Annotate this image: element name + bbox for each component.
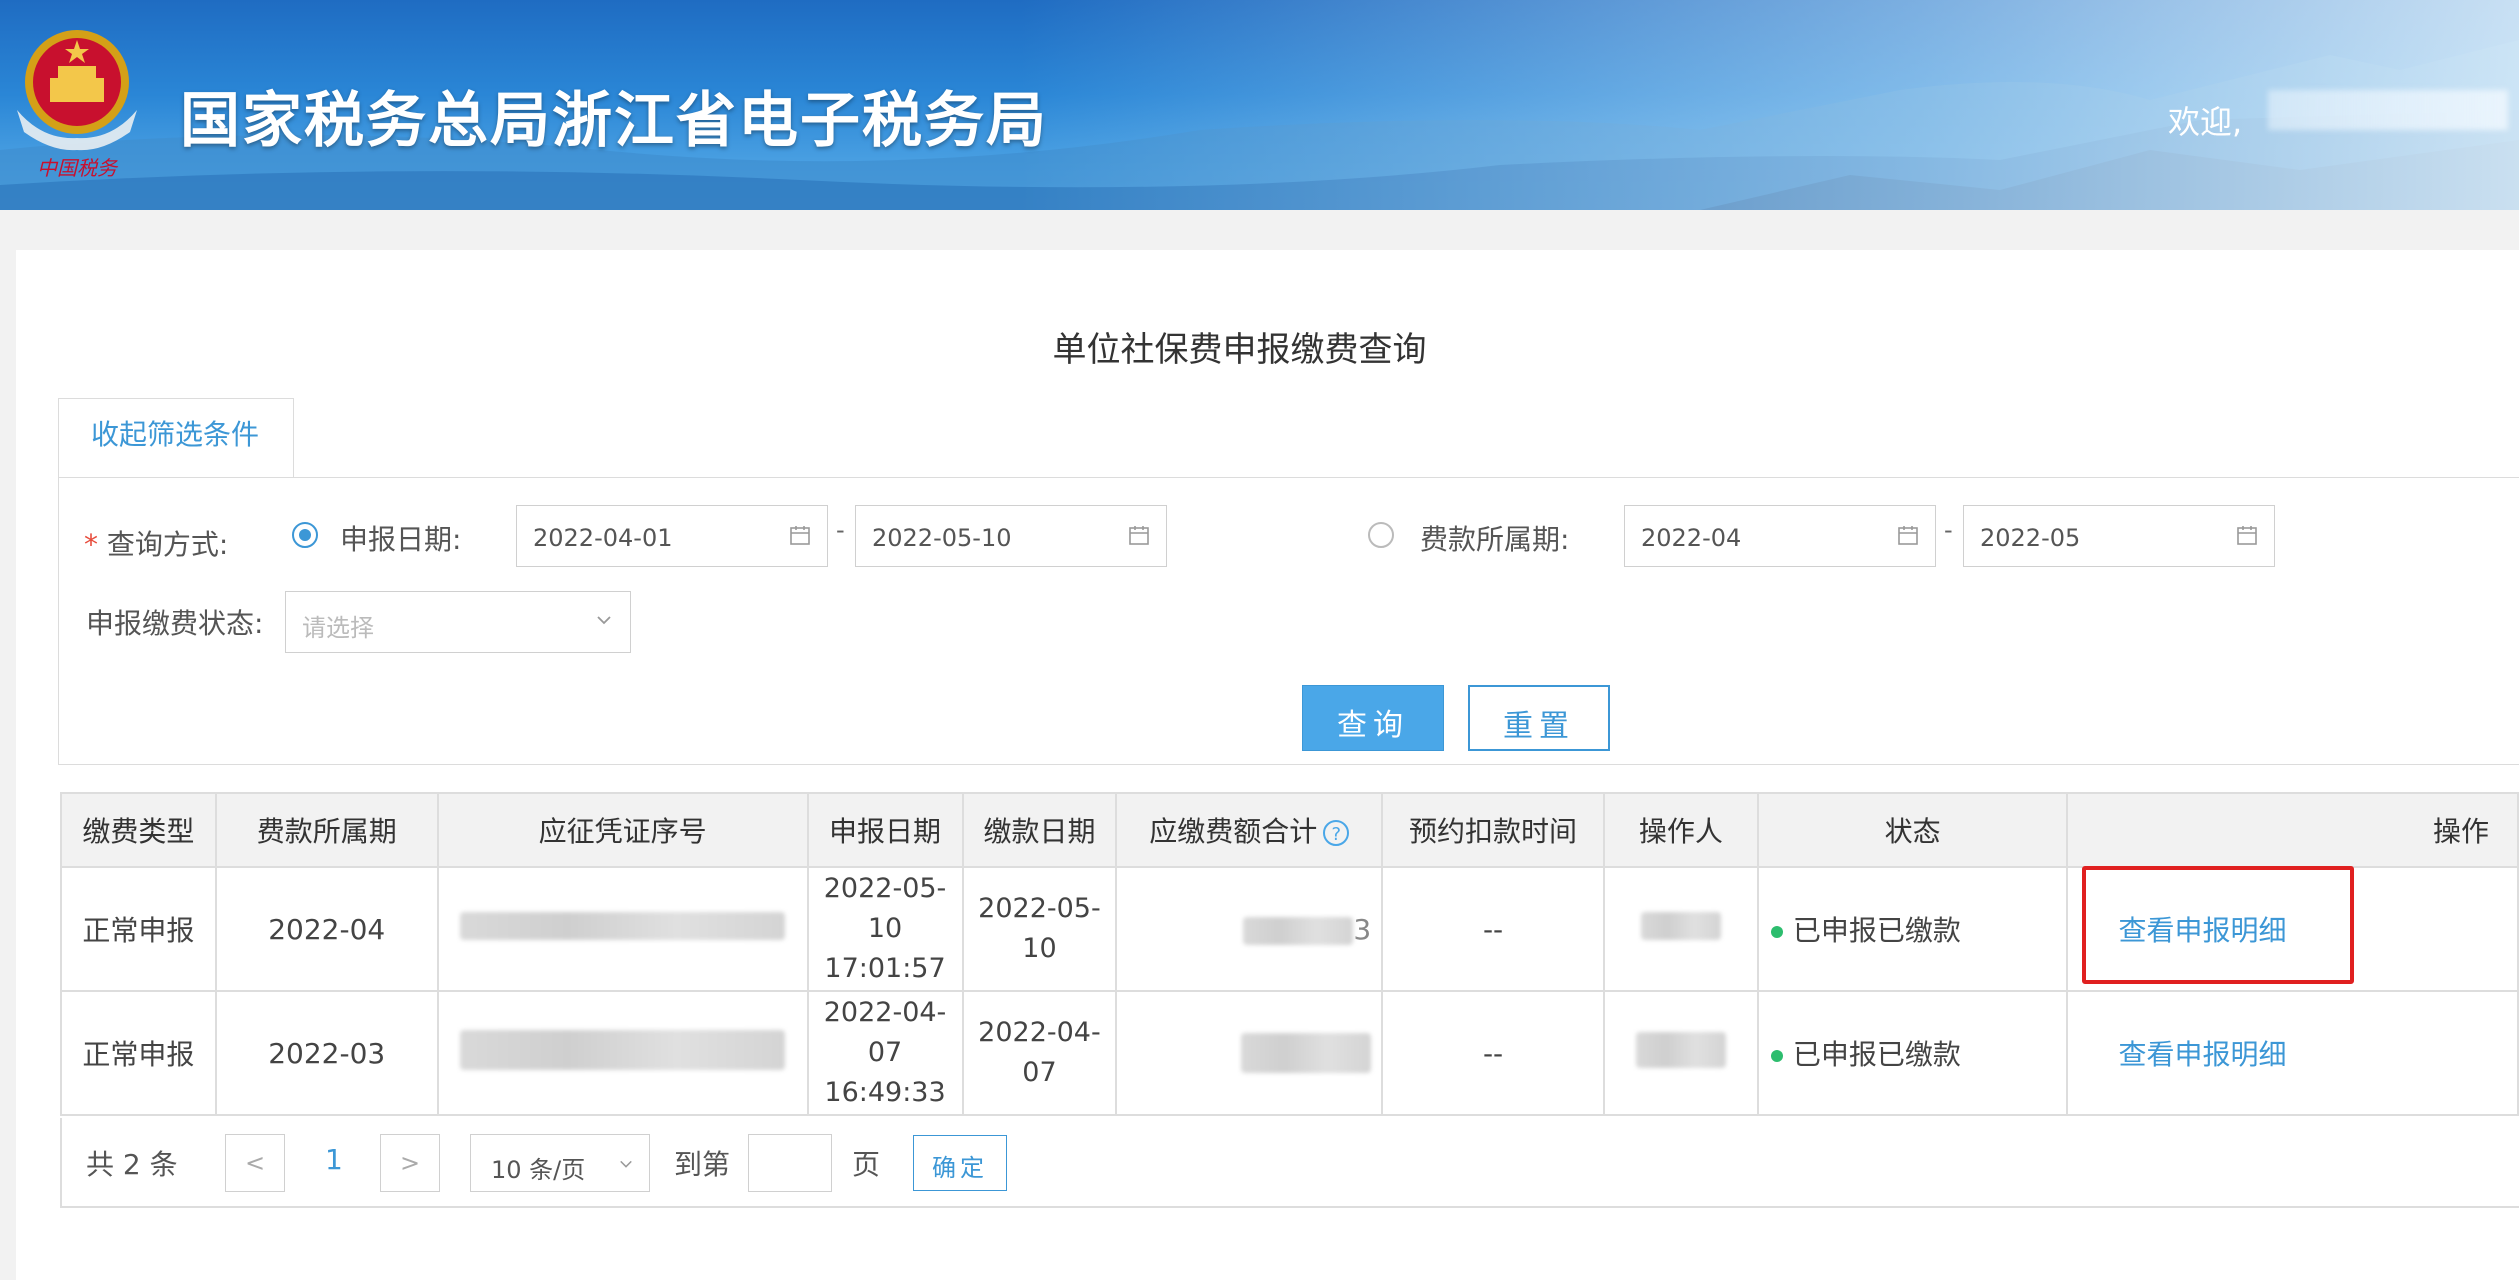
col-deduct-time: 预约扣款时间 [1381,792,1605,868]
redacted-operator [1635,1031,1726,1068]
help-icon[interactable]: ? [1323,820,1350,846]
table-row: 正常申报 2022-04 2022-05- 10 17:01:57 2022-05-… [60,866,2519,992]
cell-status: 已申报已缴款 [1756,866,2069,992]
goto-confirm-button[interactable]: 确定 [913,1135,1007,1191]
cell-pay-date: 2022-05- 10 [961,866,1118,992]
cell-actions: 查看申报明细 [2066,866,2519,992]
cell-operator [1602,990,1759,1116]
view-declaration-detail-link[interactable]: 查看申报明细 [2118,914,2286,947]
redacted-voucher [460,1029,786,1070]
total-count: 共 2 条 [86,1148,178,1181]
cell-declare-date: 2022-04- 07 16:49:33 [806,990,964,1116]
tax-emblem-logo: 中国税务 [17,30,137,180]
cell-deduct-time: -- [1381,990,1605,1116]
page-unit-label: 页 [852,1148,881,1181]
emblem-caption: 中国税务 [37,156,119,180]
cell-amount: 3 [1115,866,1384,992]
chevron-down-icon [597,616,611,625]
cell-actions: 查看申报明细 [2066,990,2519,1116]
date-separator: - [836,516,845,544]
welcome-text: 欢迎, [2168,103,2243,141]
cell-voucher-no [436,866,809,992]
cell-fee-type: 正常申报 [60,990,217,1116]
declare-date-to-input[interactable]: 2022-05-10 [855,505,1167,567]
col-declare-date: 申报日期 [806,792,964,868]
redacted-amount [1243,916,1354,945]
chevron-down-icon [620,1160,632,1168]
col-status: 状态 [1756,792,2069,868]
cell-deduct-time: -- [1381,866,1605,992]
goto-label: 到第 [674,1148,731,1181]
page-title: 单位社保费申报缴费查询 [1052,330,1427,370]
fee-period-to-input[interactable]: 2022-05 [1963,505,2275,567]
col-operator: 操作人 [1602,792,1759,868]
redacted-amount [1241,1033,1372,1073]
cell-fee-period: 2022-04 [214,866,439,992]
page-size-select[interactable]: 10 条/页 [470,1134,650,1192]
col-actions: 操作 [2066,792,2519,868]
current-page[interactable]: 1 [325,1143,343,1176]
fee-period-from-input[interactable]: 2022-04 [1624,505,1936,567]
cell-operator [1602,866,1759,992]
next-page-button[interactable]: > [380,1134,440,1192]
cell-fee-period: 2022-03 [214,990,439,1116]
radio-fee-period[interactable] [1368,522,1394,548]
cell-status: 已申报已缴款 [1756,990,2069,1116]
site-title: 国家税务总局浙江省电子税务局 [180,86,1048,156]
radio-declare-date[interactable] [292,522,318,548]
col-fee-type: 缴费类型 [60,792,217,868]
redacted-voucher [460,911,786,940]
fee-period-option-label[interactable]: 费款所属期: [1420,518,1569,558]
period-separator: - [1944,516,1953,544]
cell-declare-date: 2022-05- 10 17:01:57 [806,866,964,992]
goto-page-input[interactable] [748,1134,832,1192]
col-voucher-no: 应征凭证序号 [436,792,809,868]
reset-button[interactable]: 重置 [1468,685,1610,751]
calendar-icon[interactable] [1897,524,1919,546]
table-header-row: 缴费类型 费款所属期 应征凭证序号 申报日期 缴款日期 应缴费额合计? 预约扣款… [60,792,2519,868]
search-button[interactable]: 查询 [1302,685,1444,751]
status-dot-icon [1770,1050,1783,1062]
view-declaration-detail-link[interactable]: 查看申报明细 [2118,1038,2286,1071]
calendar-icon[interactable] [1128,524,1150,546]
table-row: 正常申报 2022-03 2022-04- 07 16:49:33 2022-04-… [60,990,2519,1116]
col-fee-period: 费款所属期 [214,792,439,868]
redacted-operator [1640,911,1721,940]
query-method-label: * 查询方式: [84,528,229,561]
calendar-icon[interactable] [789,524,811,546]
status-filter-label: 申报缴费状态: [86,607,264,640]
calendar-icon[interactable] [2236,524,2258,546]
prev-page-button[interactable]: < [225,1134,285,1192]
cell-amount [1115,990,1384,1116]
results-table: 缴费类型 费款所属期 应征凭证序号 申报日期 缴款日期 应缴费额合计? 预约扣款… [60,792,2519,1116]
col-amount-total: 应缴费额合计? [1115,792,1384,868]
col-pay-date: 缴款日期 [961,792,1118,868]
declare-date-option-label[interactable]: 申报日期: [340,518,461,558]
cell-voucher-no [436,990,809,1116]
cell-pay-date: 2022-04- 07 [961,990,1118,1116]
header-banner: 中国税务 国家税务总局浙江省电子税务局 欢迎, [0,0,2519,210]
cell-fee-type: 正常申报 [60,866,217,992]
declare-date-from-input[interactable]: 2022-04-01 [516,505,828,567]
status-select[interactable]: 请选择 [285,591,631,653]
collapse-filters-tab[interactable]: 收起筛选条件 [58,398,294,478]
status-dot-icon [1770,926,1783,938]
redacted-username [2268,90,2508,130]
